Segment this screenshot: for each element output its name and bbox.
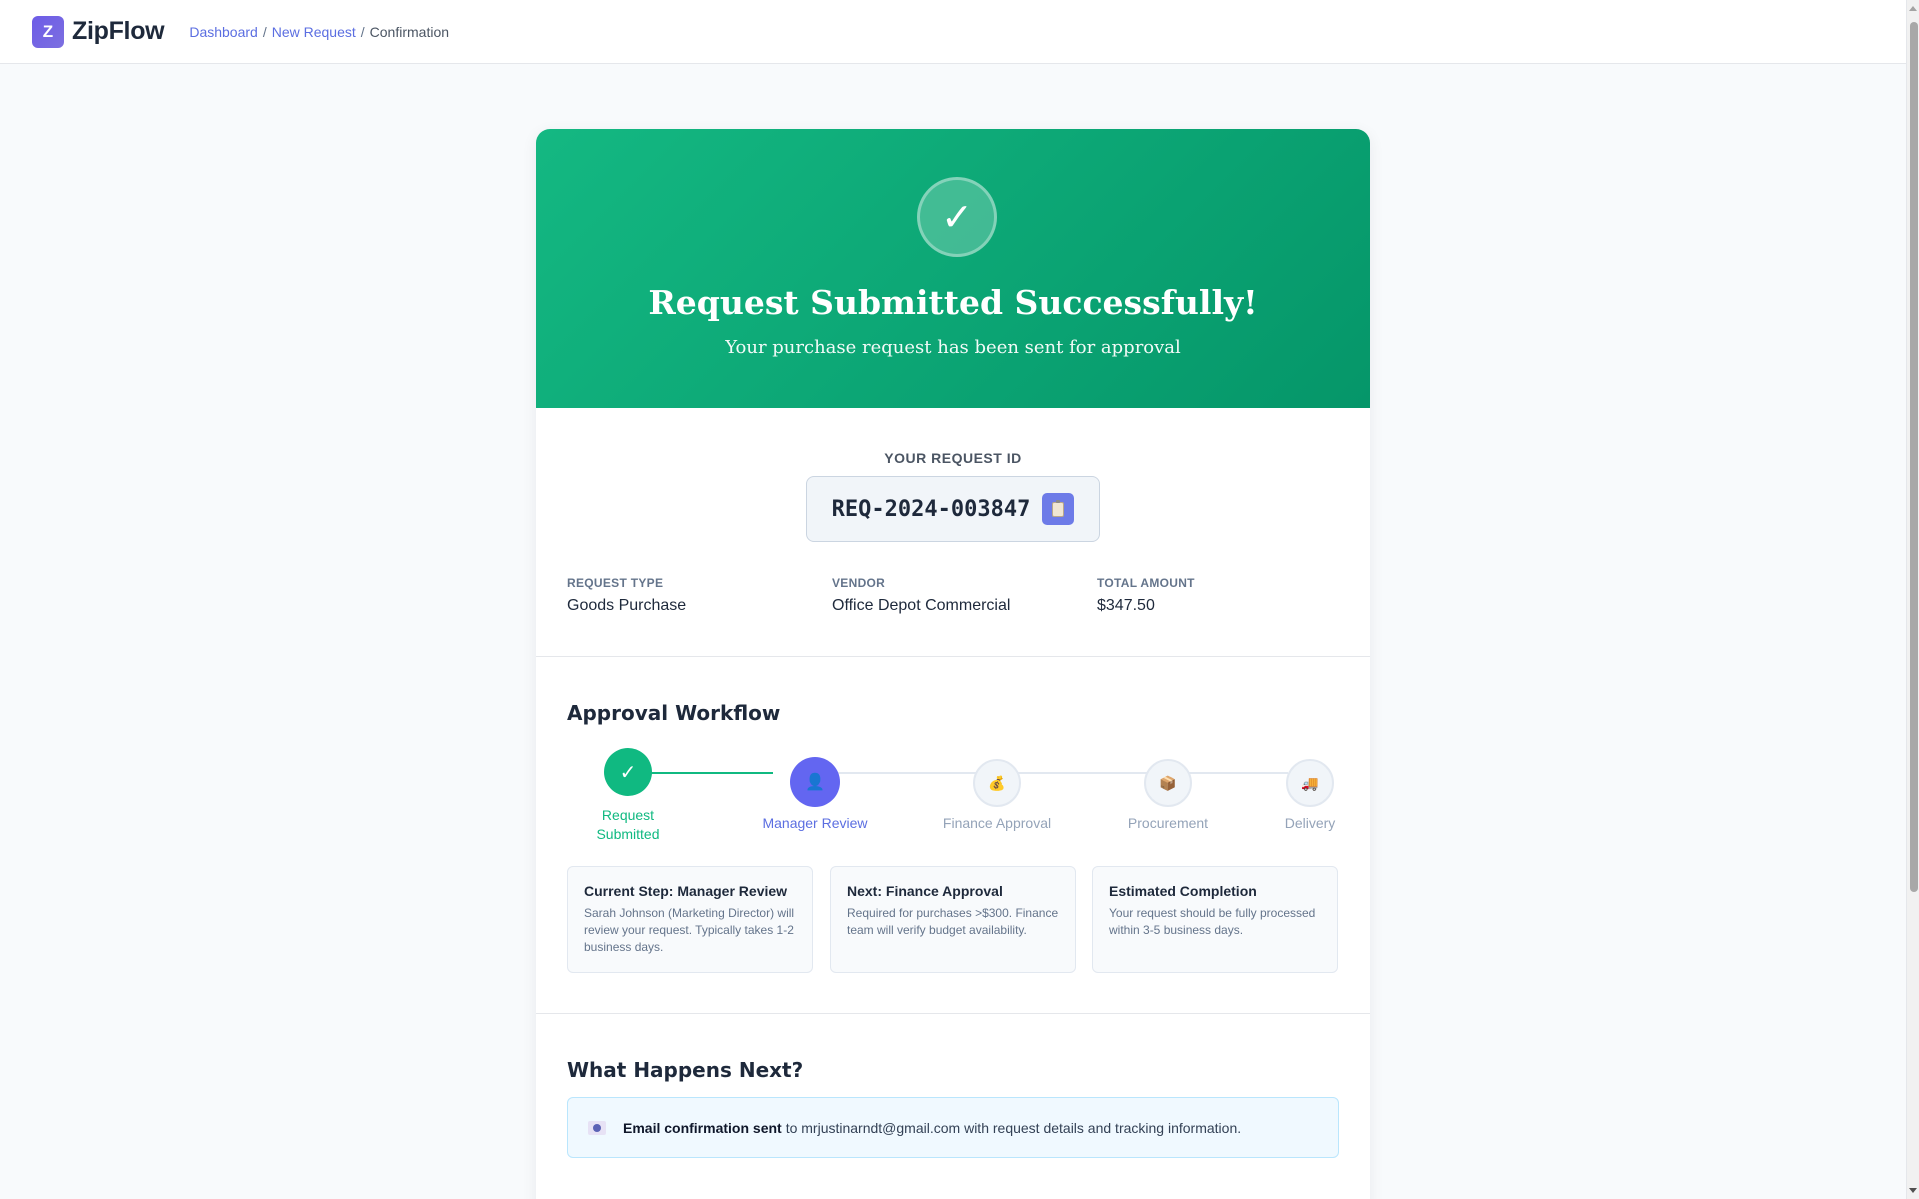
info-card-title: Estimated Completion — [1109, 883, 1257, 899]
vendor-value: Office Depot Commercial — [832, 597, 1011, 614]
step-pending-truck-icon: 🚚 — [1286, 759, 1334, 807]
info-card-body: Required for purchases >$300. Finance te… — [847, 906, 1059, 937]
info-card-title: Current Step: Manager Review — [584, 883, 788, 899]
checkmark-icon: ✓ — [917, 177, 997, 257]
next-steps-title: What Happens Next? — [567, 1058, 804, 1082]
request-type-label: REQUEST TYPE — [567, 576, 664, 590]
scroll-down-arrow-icon[interactable] — [1909, 1188, 1917, 1193]
success-banner: ✓ Request Submitted Successfully! Your p… — [536, 129, 1370, 408]
step-label-manager-review: Manager Review — [762, 815, 868, 831]
scroll-up-arrow-icon[interactable] — [1909, 6, 1917, 11]
request-id-box: REQ-2024-003847 — [806, 476, 1100, 542]
page-scrollbar[interactable] — [1906, 0, 1919, 1199]
vendor-label: VENDOR — [832, 576, 886, 590]
request-id-value[interactable]: REQ-2024-003847 — [832, 497, 1031, 522]
info-card-current-step: Current Step: Manager Review Sarah Johns… — [567, 866, 813, 973]
info-card-next-step: Next: Finance Approval Required for purc… — [830, 866, 1076, 973]
confirmation-card: ✓ Request Submitted Successfully! Your p… — [536, 129, 1370, 1199]
info-card-title: Next: Finance Approval — [847, 883, 1003, 899]
step-pending-package-icon: 📦 — [1144, 759, 1192, 807]
success-subtitle: Your purchase request has been sent for … — [725, 337, 1181, 358]
email-confirmation-heading: Email confirmation sent — [623, 1119, 782, 1136]
clipboard-icon — [1052, 499, 1065, 517]
envelope-icon — [588, 1120, 606, 1135]
breadcrumb-separator: / — [360, 23, 365, 40]
request-type-value: Goods Purchase — [567, 597, 687, 614]
info-card-body: Your request should be fully processed w… — [1109, 906, 1316, 937]
info-card-body: Sarah Johnson (Marketing Director) will … — [584, 906, 795, 954]
section-divider — [536, 1013, 1370, 1014]
step-label-procurement: Procurement — [1127, 815, 1209, 831]
email-confirmation-notice: Email confirmation sent to mrjustinarndt… — [567, 1097, 1339, 1158]
step-label-finance-approval: Finance Approval — [942, 815, 1052, 831]
success-title: Request Submitted Successfully! — [648, 283, 1258, 322]
step-label-request-submitted: Request Submitted — [596, 807, 660, 842]
copy-id-button[interactable] — [1042, 493, 1075, 525]
breadcrumb-current: Confirmation — [369, 23, 450, 40]
brand-name[interactable]: ZipFlow — [72, 17, 165, 46]
breadcrumb-link-dashboard[interactable]: Dashboard — [189, 24, 258, 40]
workflow-connector-pending — [823, 772, 1288, 774]
breadcrumb-separator: / — [262, 23, 267, 40]
email-confirmation-text: to mrjustinarndt@gmail.com with request … — [785, 1119, 1242, 1136]
scroll-thumb[interactable] — [1910, 22, 1918, 892]
step-label-delivery: Delivery — [1284, 815, 1336, 831]
step-current-person-icon: 👤 — [790, 757, 840, 807]
workflow-title: Approval Workflow — [567, 701, 781, 725]
info-card-estimated-completion: Estimated Completion Your request should… — [1092, 866, 1338, 973]
logo-icon[interactable]: Z — [32, 15, 64, 48]
breadcrumb-link-new-request[interactable]: New Request — [272, 24, 356, 40]
breadcrumb: Dashboard / New Request / Confirmation — [189, 24, 449, 40]
section-divider — [536, 656, 1370, 657]
top-navigation-bar: Z ZipFlow Dashboard / New Request / Conf… — [0, 0, 1906, 64]
request-id-label: YOUR REQUEST ID — [884, 450, 1022, 466]
step-complete-check-icon: ✓ — [604, 748, 652, 796]
total-amount-value: $347.50 — [1097, 597, 1155, 614]
step-pending-money-bag-icon: 💰 — [973, 759, 1021, 807]
total-amount-label: TOTAL AMOUNT — [1097, 576, 1195, 590]
